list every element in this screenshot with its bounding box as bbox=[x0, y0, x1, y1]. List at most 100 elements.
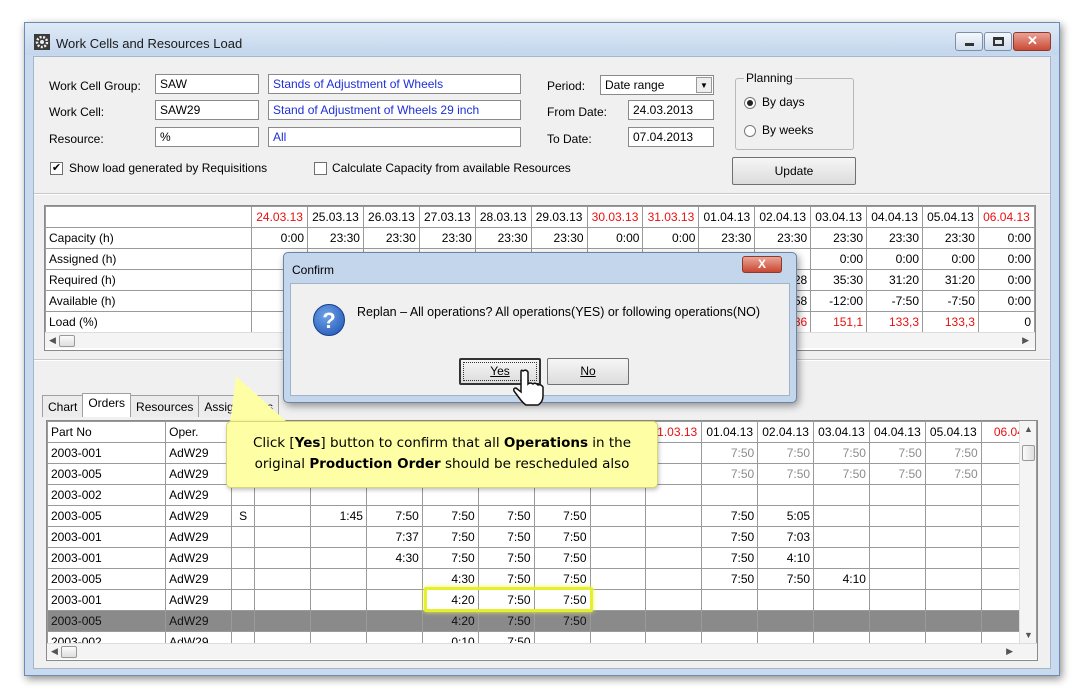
order-hours-cell bbox=[868, 526, 926, 548]
summary-row-label: Load (%) bbox=[45, 311, 253, 333]
work-cell-label: Work Cell: bbox=[49, 105, 105, 119]
order-hours-cell bbox=[365, 610, 423, 632]
tab-orders[interactable]: Orders bbox=[82, 393, 132, 417]
order-hours-cell: 7:50 bbox=[421, 526, 479, 548]
order-row[interactable]: 2003-005 AdW29 S 1:45 7:50 7:50 7:50 7:50 7:50 5:… bbox=[47, 505, 1037, 527]
summary-row-label: Available (h) bbox=[45, 290, 253, 312]
instruction-callout: Click [Yes] button to confirm that all O… bbox=[226, 421, 658, 488]
order-hours-cell bbox=[868, 589, 926, 611]
orders-vscroll-thumb[interactable] bbox=[1022, 445, 1035, 461]
orders-date-header[interactable]: 05.04.13 bbox=[924, 421, 982, 443]
summary-cell: 0:00 bbox=[922, 248, 979, 270]
resource-name-field[interactable]: All bbox=[268, 127, 521, 147]
summary-scroll-thumb[interactable] bbox=[59, 335, 75, 347]
orders-date-header[interactable]: 03.04.13 bbox=[813, 421, 870, 443]
oper-header[interactable]: Oper. bbox=[165, 421, 233, 443]
order-row[interactable]: 2003-005 AdW29 4:20 7:50 7:50 bbox=[47, 610, 1037, 632]
calc-capacity-checkbox[interactable] bbox=[314, 162, 327, 175]
order-hours-cell: 7:50 bbox=[813, 442, 870, 464]
by-days-radio[interactable] bbox=[744, 97, 756, 109]
to-date-input[interactable]: 07.04.2013 bbox=[628, 127, 714, 147]
from-date-input[interactable]: 24.03.2013 bbox=[628, 100, 714, 120]
order-hours-cell bbox=[924, 589, 982, 611]
period-label: Period: bbox=[547, 79, 586, 93]
oper-cell: AdW29 bbox=[165, 547, 233, 569]
app-gear-icon bbox=[34, 34, 50, 50]
minimize-button[interactable] bbox=[955, 32, 983, 51]
by-weeks-radio[interactable] bbox=[744, 125, 756, 137]
order-row[interactable]: 2003-001 AdW29 4:30 7:50 7:50 7:50 7:50 4:10 bbox=[47, 547, 1037, 569]
show-load-checkbox[interactable]: ✔ bbox=[50, 162, 63, 175]
order-hours-cell: 7:50 bbox=[365, 505, 423, 527]
work-cell-group-code-input[interactable]: SAW bbox=[155, 74, 259, 94]
scroll-left-icon[interactable]: ◀ bbox=[49, 335, 56, 346]
dialog-body: ? Replan – All operations? All operation… bbox=[290, 283, 790, 406]
dropdown-arrow-icon[interactable]: ▼ bbox=[696, 77, 712, 93]
close-button[interactable]: ✕ bbox=[1013, 32, 1051, 51]
order-hours-cell: 7:50 bbox=[477, 547, 535, 569]
order-hours-cell bbox=[254, 610, 312, 632]
date-header: 03.04.13 bbox=[810, 206, 868, 228]
order-hours-cell bbox=[310, 589, 367, 611]
date-header: 29.03.13 bbox=[530, 206, 588, 228]
work-cell-group-label: Work Cell Group: bbox=[49, 79, 141, 93]
scroll-right-icon[interactable]: ▶ bbox=[1022, 335, 1029, 346]
hand-cursor-icon bbox=[513, 369, 544, 406]
summary-cell: 23:30 bbox=[474, 227, 532, 249]
orders-scroll-left-icon[interactable]: ◀ bbox=[51, 646, 58, 657]
callout-text: Click [ bbox=[252, 435, 295, 451]
orders-scroll-right-icon[interactable]: ▶ bbox=[1006, 646, 1013, 657]
summary-row-label: Capacity (h) bbox=[45, 227, 253, 249]
summary-row-label: Required (h) bbox=[45, 269, 253, 291]
summary-cell: 0:00 bbox=[586, 227, 644, 249]
work-cell-group-name-field[interactable]: Stands of Adjustment of Wheels bbox=[268, 74, 521, 94]
order-row[interactable]: 2003-001 AdW29 7:37 7:50 7:50 7:50 7:50 7:03 bbox=[47, 526, 1037, 548]
orders-date-header[interactable]: 02.04.13 bbox=[757, 421, 815, 443]
orders-date-header[interactable]: 04.04.13 bbox=[868, 421, 926, 443]
date-header: 06.04.13 bbox=[977, 206, 1035, 228]
order-hours-cell: 7:50 bbox=[533, 526, 591, 548]
date-header: 02.04.13 bbox=[754, 206, 812, 228]
no-button[interactable]: No bbox=[547, 358, 629, 385]
tab-chart[interactable]: Chart bbox=[42, 395, 84, 417]
date-header: 30.03.13 bbox=[586, 206, 644, 228]
order-hours-cell: 7:50 bbox=[477, 505, 535, 527]
scroll-up-icon[interactable]: ▲ bbox=[1024, 424, 1033, 434]
summary-cell: 0:00 bbox=[810, 248, 868, 270]
order-hours-cell: 7:50 bbox=[701, 547, 759, 569]
order-hours-cell: 7:50 bbox=[477, 526, 535, 548]
work-cell-name-field[interactable]: Stand of Adjustment of Wheels 29 inch bbox=[268, 100, 521, 120]
period-select[interactable]: Date range ▼ bbox=[600, 75, 714, 95]
resource-code-input[interactable]: % bbox=[155, 127, 259, 147]
summary-cell: 0 bbox=[977, 311, 1035, 333]
order-hours-cell: 7:50 bbox=[813, 463, 870, 485]
orders-hscroll-thumb[interactable] bbox=[61, 646, 77, 658]
order-hours-cell bbox=[813, 610, 870, 632]
order-hours-cell: 1:45 bbox=[310, 505, 367, 527]
part-no-cell: 2003-005 bbox=[47, 610, 167, 632]
part-no-header[interactable]: Part No bbox=[47, 421, 167, 443]
summary-corner-cell bbox=[45, 206, 253, 228]
dialog-close-button[interactable]: X bbox=[742, 256, 782, 273]
orders-vscrollbar[interactable]: ▲ ▼ bbox=[1019, 421, 1036, 643]
order-hours-cell bbox=[645, 610, 703, 632]
orders-date-header[interactable]: 01.04.13 bbox=[701, 421, 759, 443]
summary-cell: 23:30 bbox=[698, 227, 756, 249]
work-cell-code-input[interactable]: SAW29 bbox=[155, 100, 259, 120]
order-hours-cell: 7:50 bbox=[533, 505, 591, 527]
summary-cell: 0:00 bbox=[866, 248, 923, 270]
orders-hscrollbar[interactable]: ◀ ▶ bbox=[47, 643, 1037, 659]
order-hours-cell bbox=[589, 547, 647, 569]
update-button[interactable]: Update bbox=[732, 157, 856, 185]
maximize-button[interactable] bbox=[984, 32, 1012, 51]
summary-cell: 23:30 bbox=[362, 227, 420, 249]
order-hours-cell bbox=[701, 610, 759, 632]
order-hours-cell bbox=[589, 589, 647, 611]
scroll-down-icon[interactable]: ▼ bbox=[1024, 630, 1033, 640]
order-hours-cell: 7:50 bbox=[421, 505, 479, 527]
part-no-cell: 2003-001 bbox=[47, 526, 167, 548]
order-hours-cell bbox=[868, 568, 926, 590]
date-header: 25.03.13 bbox=[307, 206, 364, 228]
tab-resources[interactable]: Resources bbox=[130, 395, 200, 417]
oper-cell: AdW29 bbox=[165, 568, 233, 590]
